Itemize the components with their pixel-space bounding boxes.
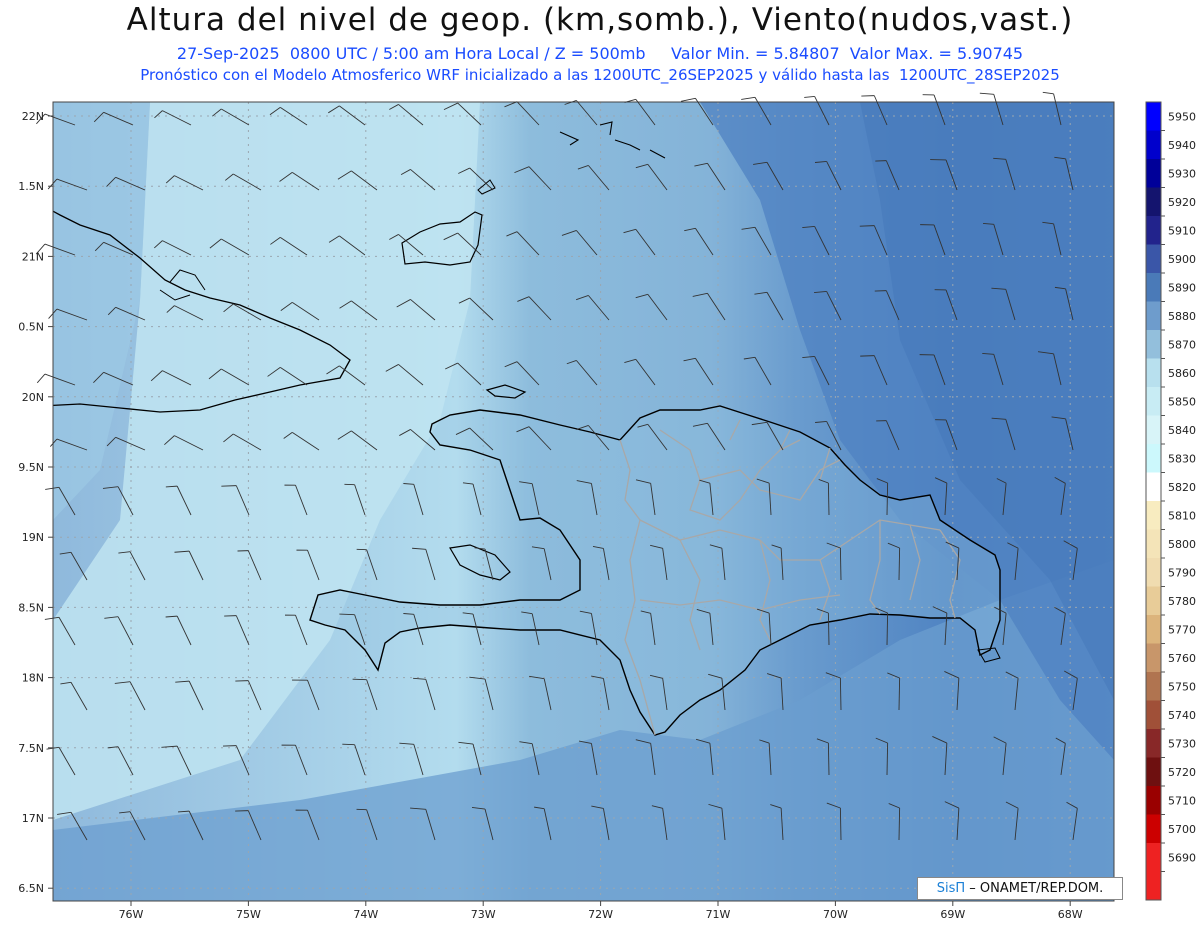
lon-label: 73W [471, 908, 496, 921]
colorbar-label: 5870 [1168, 338, 1196, 351]
colorbar-swatch [1146, 843, 1161, 872]
colorbar-swatch [1146, 244, 1161, 274]
colorbar-swatch [1146, 387, 1161, 416]
weather-map: 76W 75W 74W 73W 72W 71W 70W 69W 68W 22N 1.5N 21N 0.5… [18, 91, 1196, 921]
colorbar-label: 5840 [1168, 424, 1196, 437]
colorbar-swatch [1146, 415, 1161, 445]
colorbar-swatch [1146, 586, 1161, 616]
lon-label: 71W [706, 908, 731, 921]
colorbar-swatch [1146, 301, 1161, 331]
lon-label: 69W [940, 908, 965, 921]
lat-label: 18N [22, 672, 44, 685]
colorbar-swatch [1146, 216, 1161, 245]
colorbar: 5950 5940 5930 5920 5910 5900 5890 5880 5870 5860… [1145, 101, 1196, 901]
lat-label: 19N [22, 531, 44, 544]
colorbar-label: 5720 [1168, 766, 1196, 779]
colorbar-swatch [1146, 672, 1161, 701]
lat-label: 20N [22, 391, 44, 404]
colorbar-label: 5930 [1168, 167, 1196, 180]
colorbar-label: 5800 [1168, 538, 1196, 551]
colorbar-swatch [1146, 529, 1161, 559]
colorbar-label: 5880 [1168, 310, 1196, 323]
colorbar-label: 5750 [1168, 680, 1196, 693]
colorbar-label: 5690 [1168, 851, 1196, 864]
colorbar-label: 5940 [1168, 139, 1196, 152]
credit-brand: SisΠ [936, 881, 966, 896]
lat-label: 7.5N [18, 742, 44, 755]
colorbar-swatch [1146, 358, 1161, 388]
colorbar-label: 5890 [1168, 281, 1196, 294]
lat-label: 0.5N [18, 321, 44, 334]
colorbar-label: 5740 [1168, 709, 1196, 722]
credit-box: SisΠ – ONAMET/REP.DOM. [917, 877, 1123, 900]
colorbar-swatch [1146, 130, 1161, 160]
plot-area [53, 102, 1114, 901]
lon-label: 75W [236, 908, 261, 921]
credit-text: – ONAMET/REP.DOM. [969, 881, 1104, 896]
colorbar-label: 5850 [1168, 395, 1196, 408]
colorbar-label: 5770 [1168, 623, 1196, 636]
colorbar-swatch [1146, 786, 1161, 815]
colorbar-swatch [1146, 159, 1161, 188]
colorbar-label: 5710 [1168, 794, 1196, 807]
colorbar-label: 5700 [1168, 823, 1196, 836]
lat-label: 6.5N [18, 882, 44, 895]
colorbar-label: 5910 [1168, 224, 1196, 237]
lon-label: 72W [588, 908, 613, 921]
colorbar-swatch [1146, 330, 1161, 359]
colorbar-swatch [1146, 757, 1161, 787]
colorbar-swatch [1146, 700, 1161, 730]
colorbar-swatch [1146, 187, 1161, 217]
colorbar-swatch [1146, 501, 1161, 530]
colorbar-label: 5730 [1168, 737, 1196, 750]
lat-label: 9.5N [18, 461, 44, 474]
colorbar-swatch [1146, 273, 1161, 302]
colorbar-label: 5760 [1168, 652, 1196, 665]
colorbar-label: 5810 [1168, 509, 1196, 522]
lat-label: 21N [22, 250, 44, 263]
colorbar-label: 5900 [1168, 253, 1196, 266]
colorbar-swatch [1146, 615, 1161, 644]
colorbar-swatch [1146, 102, 1161, 131]
lat-label: 17N [22, 812, 44, 825]
lon-label: 70W [823, 908, 848, 921]
colorbar-label: 5860 [1168, 367, 1196, 380]
lon-label: 68W [1058, 908, 1083, 921]
colorbar-swatch [1146, 871, 1161, 900]
lat-label: 8.5N [18, 601, 44, 614]
colorbar-label: 5950 [1168, 110, 1196, 123]
colorbar-label: 5780 [1168, 595, 1196, 608]
lon-label: 76W [119, 908, 144, 921]
colorbar-swatch [1146, 729, 1161, 758]
lat-label: 1.5N [18, 180, 44, 193]
colorbar-swatch [1146, 558, 1161, 587]
colorbar-label: 5830 [1168, 452, 1196, 465]
colorbar-swatch [1146, 643, 1161, 673]
lon-label: 74W [353, 908, 378, 921]
colorbar-swatch [1146, 472, 1161, 502]
colorbar-label: 5790 [1168, 566, 1196, 579]
colorbar-label: 5920 [1168, 196, 1196, 209]
colorbar-swatch [1146, 814, 1161, 844]
lat-label: 22N [22, 110, 44, 123]
colorbar-label: 5820 [1168, 481, 1196, 494]
colorbar-swatch [1146, 444, 1161, 473]
